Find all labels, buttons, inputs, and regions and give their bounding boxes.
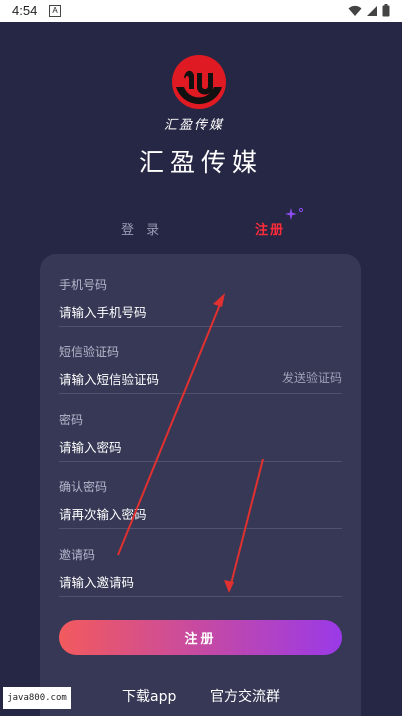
phone-input-row [59,302,342,327]
system-icons [348,4,390,17]
signal-icon [367,5,377,16]
logo-text: 汇盈传媒 [164,118,225,133]
password-label: 密码 [59,413,84,427]
send-code-button[interactable]: 发送验证码 [282,369,342,386]
sms-code-input[interactable] [59,372,259,387]
brand-logo [172,55,226,109]
wifi-icon [348,5,362,16]
sms-code-field-group: 短信验证码 发送验证码 [59,343,342,394]
password-input[interactable] [59,440,259,455]
download-app-link[interactable]: 下载app [122,686,176,706]
confirm-password-input[interactable] [59,507,259,522]
confirm-password-input-row [59,504,342,529]
status-bar: 4:54 A [0,0,402,22]
confirm-password-label: 确认密码 [59,480,108,494]
register-button[interactable]: 注册 [59,620,342,655]
phone-field-group: 手机号码 [59,276,342,327]
invite-code-input[interactable] [59,575,259,590]
sms-code-input-row: 发送验证码 [59,369,342,394]
confirm-password-field-group: 确认密码 [59,478,342,529]
phone-input[interactable] [59,305,259,320]
invite-code-field-group: 邀请码 [59,546,342,597]
community-group-link[interactable]: 官方交流群 [210,686,280,706]
phone-label: 手机号码 [59,278,108,292]
register-form-card: 手机号码 短信验证码 发送验证码 密码 确认密码 邀请码 注册 下载app 官方… [40,254,361,716]
sparkle-icon [285,207,304,220]
status-time: 4:54 [12,3,38,18]
watermark: java800.com [3,687,71,709]
battery-icon [382,4,390,17]
sms-code-label: 短信验证码 [59,345,120,359]
app-title: 汇盈传媒 [138,148,263,177]
password-field-group: 密码 [59,411,342,462]
password-input-row [59,437,342,462]
notification-icon: A [49,5,61,17]
invite-code-input-row [59,572,342,597]
tab-login[interactable]: 登 录 [121,219,163,238]
tab-register[interactable]: 注册 [255,219,285,238]
invite-code-label: 邀请码 [59,548,96,562]
